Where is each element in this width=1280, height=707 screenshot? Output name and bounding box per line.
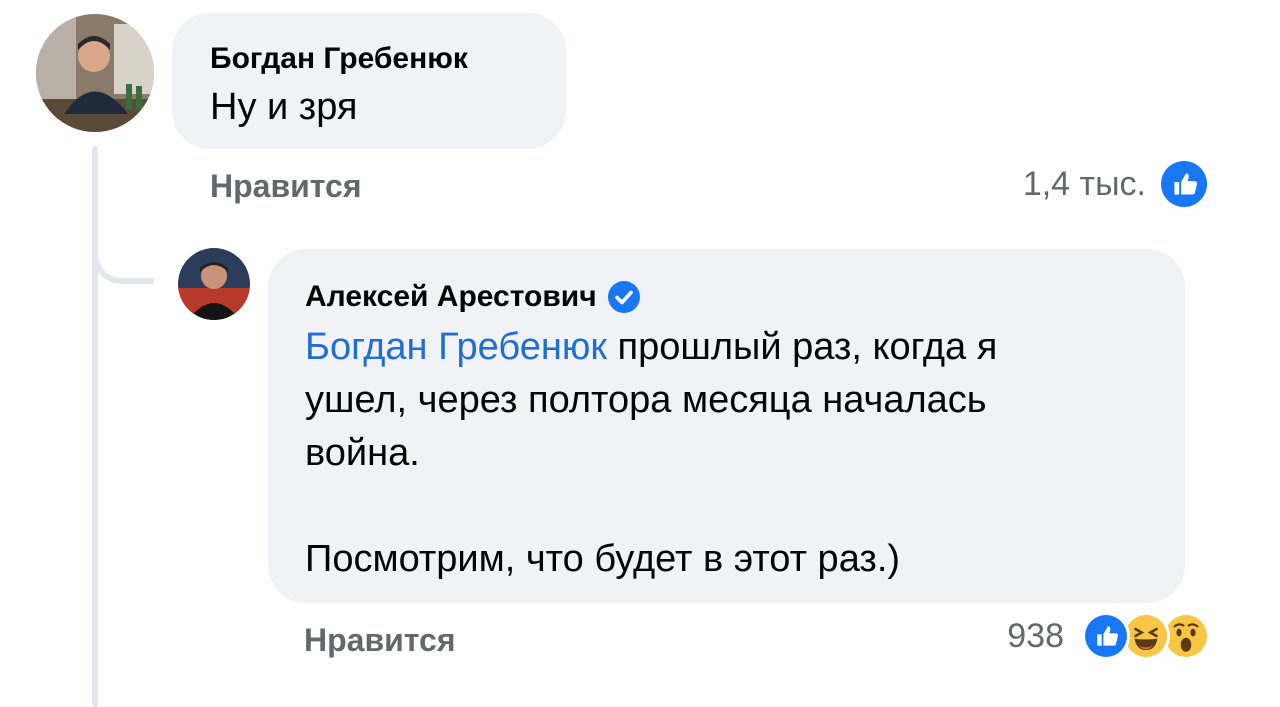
comment-bubble: Богдан Гребенюк Ну и зря xyxy=(172,13,566,149)
reply-text-line-3: война. xyxy=(305,432,420,474)
reply-reactions[interactable]: 938 xyxy=(1007,612,1210,660)
comment-reactions[interactable]: 1,4 тыс. xyxy=(1023,158,1210,210)
reply-author[interactable]: Алексей Арестович xyxy=(305,279,597,315)
avatar-bogdan[interactable] xyxy=(36,14,154,132)
reply-text-line-2: ушел, через полтора месяца началась xyxy=(305,379,987,421)
reply-text: Богдан Гребенюк прошлый раз, когда я уше… xyxy=(305,321,1147,586)
reply-text-line-4: Посмотрим, что будет в этот раз.) xyxy=(305,538,901,580)
like-icon xyxy=(1158,158,1210,210)
reply-reaction-count: 938 xyxy=(1007,616,1064,655)
comment-text: Ну и зря xyxy=(210,86,358,128)
mention-link[interactable]: Богдан Гребенюк xyxy=(305,326,607,368)
reply-text-spacer xyxy=(305,480,1147,533)
like-icon xyxy=(1082,612,1130,660)
comment-author[interactable]: Богдан Гребенюк xyxy=(210,41,528,77)
reply-branch-line xyxy=(92,230,154,284)
comment-like-button[interactable]: Нравится xyxy=(210,168,362,205)
reply-author-row: Алексей Арестович xyxy=(305,279,1147,315)
reaction-stack xyxy=(1082,612,1210,660)
reply-text-line-1: Богдан Гребенюк прошлый раз, когда я xyxy=(305,326,998,368)
avatar-arestovich[interactable] xyxy=(178,248,250,320)
verified-badge-icon xyxy=(607,280,641,314)
reply-bubble: Алексей Арестович Богдан Гребенюк прошлы… xyxy=(268,249,1185,603)
comment-reaction-count: 1,4 тыс. xyxy=(1022,164,1146,203)
reply-like-button[interactable]: Нравится xyxy=(304,622,456,659)
